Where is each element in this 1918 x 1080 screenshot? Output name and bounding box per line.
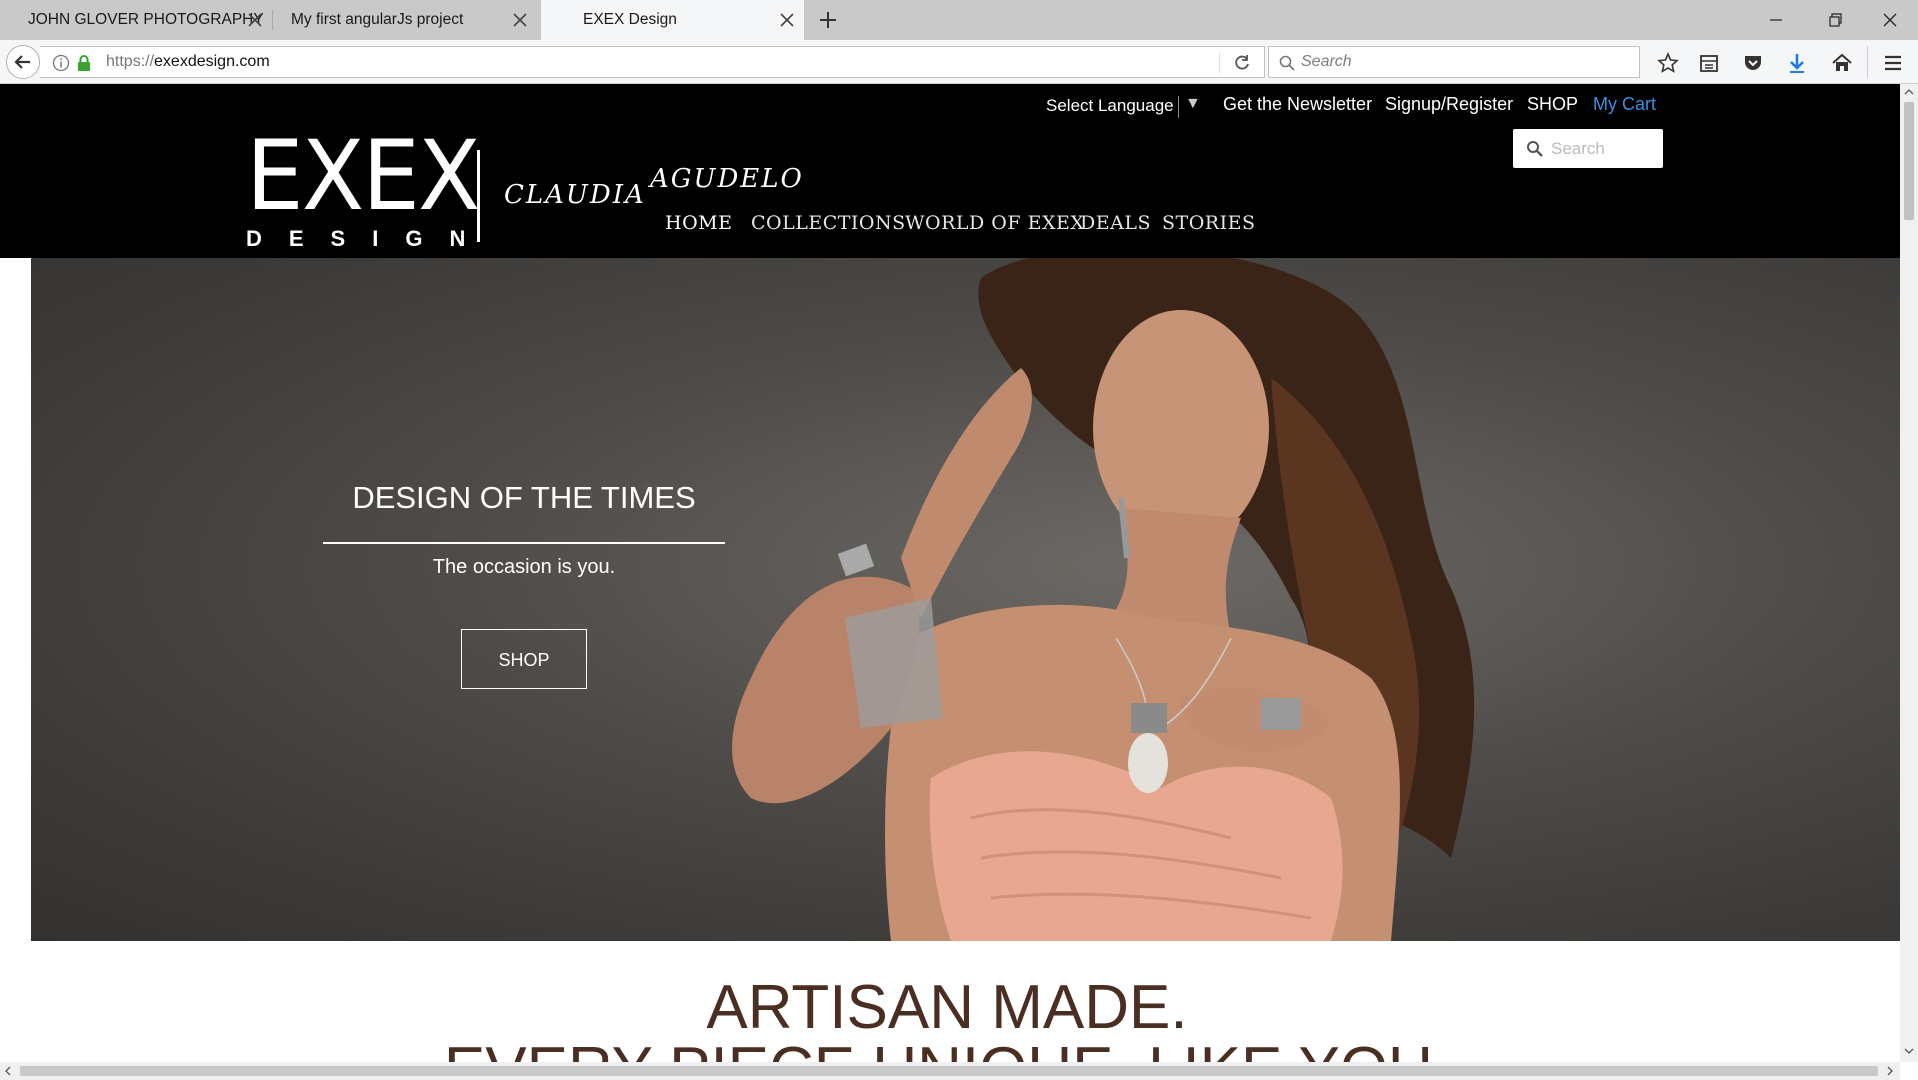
tab-title: My first angularJs project <box>291 11 464 28</box>
address-bar[interactable]: https://exexdesign.com <box>40 46 1265 78</box>
close-icon[interactable] <box>776 9 798 31</box>
browser-search-bar[interactable]: Search <box>1268 46 1640 78</box>
back-arrow-icon <box>14 55 30 69</box>
signature-last: AGUDELO <box>650 164 804 194</box>
url-divider <box>1219 53 1220 73</box>
nav-deals[interactable]: DEALS <box>1080 212 1151 234</box>
hero-divider <box>323 542 725 544</box>
chevron-right-icon[interactable] <box>1885 1066 1895 1076</box>
close-icon[interactable] <box>509 9 531 31</box>
tab-title: EXEX Design <box>583 11 677 28</box>
browser-toolbar: https://exexdesign.com Search <box>0 40 1918 84</box>
signature-first: CLAUDIA <box>504 180 646 210</box>
info-icon[interactable] <box>52 54 70 72</box>
hero-title: DESIGN OF THE TIMES <box>352 480 696 515</box>
language-select[interactable]: Select Language <box>1046 96 1174 116</box>
browser-tab-angular[interactable]: My first angularJs project <box>273 0 537 40</box>
horizontal-scrollbar[interactable] <box>0 1062 1900 1080</box>
browser-tab-john-glover[interactable]: JOHN GLOVER PHOTOGRAPHY <box>0 0 272 40</box>
close-window-icon[interactable] <box>1876 6 1904 34</box>
search-icon <box>1527 141 1543 157</box>
browser-tab-exex[interactable]: EXEX Design <box>541 0 804 40</box>
logo-brand: EXEX <box>246 120 481 232</box>
page-viewport: Select Language ▼ Get the Newsletter Sig… <box>0 84 1900 1062</box>
cart-link[interactable]: My Cart <box>1593 94 1656 115</box>
browser-tab-bar: JOHN GLOVER PHOTOGRAPHY My first angular… <box>0 0 1918 40</box>
vertical-scrollbar[interactable] <box>1900 84 1918 1062</box>
url-host: exexdesign.com <box>154 53 270 70</box>
nav-stories[interactable]: STORIES <box>1162 212 1255 234</box>
chevron-left-icon[interactable] <box>3 1066 13 1076</box>
site-search-placeholder: Search <box>1551 139 1605 158</box>
chevron-down-icon[interactable]: ▼ <box>1185 95 1201 113</box>
tab-title: JOHN GLOVER PHOTOGRAPHY <box>28 11 264 28</box>
artisan-headline: ARTISAN MADE. <box>706 973 1188 1042</box>
pocket-icon[interactable] <box>1742 52 1764 74</box>
restore-icon[interactable] <box>1821 6 1849 34</box>
site-search-input[interactable]: Search <box>1513 129 1663 168</box>
hero-model-photo <box>732 258 1475 941</box>
signup-link[interactable]: Signup/Register <box>1385 94 1513 115</box>
toolbar-divider <box>1867 46 1868 78</box>
hero-shop-button[interactable]: SHOP <box>461 629 587 689</box>
logo-sub: DESIGN <box>246 226 493 251</box>
back-button[interactable] <box>6 45 40 79</box>
nav-world-of-exex[interactable]: WORLD OF EXEX <box>905 212 1084 234</box>
download-icon[interactable] <box>1786 52 1808 74</box>
vertical-scroll-thumb[interactable] <box>1904 102 1914 220</box>
hero-banner: DESIGN OF THE TIMES The occasion is you.… <box>31 258 1900 941</box>
nav-home[interactable]: HOME <box>665 212 732 234</box>
url-scheme: https:// <box>106 53 155 70</box>
minimize-icon[interactable] <box>1762 6 1790 34</box>
url-text[interactable]: https://exexdesign.com <box>106 47 270 77</box>
logo-divider <box>477 150 480 242</box>
hero-subtitle: The occasion is you. <box>432 556 616 578</box>
new-tab-icon[interactable] <box>815 7 841 33</box>
newsletter-link[interactable]: Get the Newsletter <box>1223 94 1372 115</box>
shop-link[interactable]: SHOP <box>1527 94 1578 115</box>
bookmark-star-icon[interactable] <box>1657 52 1679 74</box>
browser-search-placeholder: Search <box>1301 53 1352 70</box>
artisan-headline-line2: EVERY PIECE UNIQUE, LIKE YOU. <box>0 1034 1894 1062</box>
home-icon[interactable] <box>1831 52 1853 74</box>
chevron-down-icon[interactable] <box>1904 1046 1914 1056</box>
chevron-up-icon[interactable] <box>1904 87 1914 97</box>
nav-collections[interactable]: COLLECTIONS <box>751 212 906 234</box>
close-icon[interactable] <box>244 9 266 31</box>
reload-icon[interactable] <box>1232 53 1252 73</box>
horizontal-scroll-thumb[interactable] <box>20 1066 1878 1076</box>
search-icon <box>1279 55 1295 71</box>
menu-icon[interactable] <box>1882 52 1904 74</box>
language-divider <box>1178 96 1179 118</box>
site-header: Select Language ▼ Get the Newsletter Sig… <box>0 84 1900 258</box>
reading-list-icon[interactable] <box>1698 52 1720 74</box>
lock-icon <box>78 55 90 71</box>
